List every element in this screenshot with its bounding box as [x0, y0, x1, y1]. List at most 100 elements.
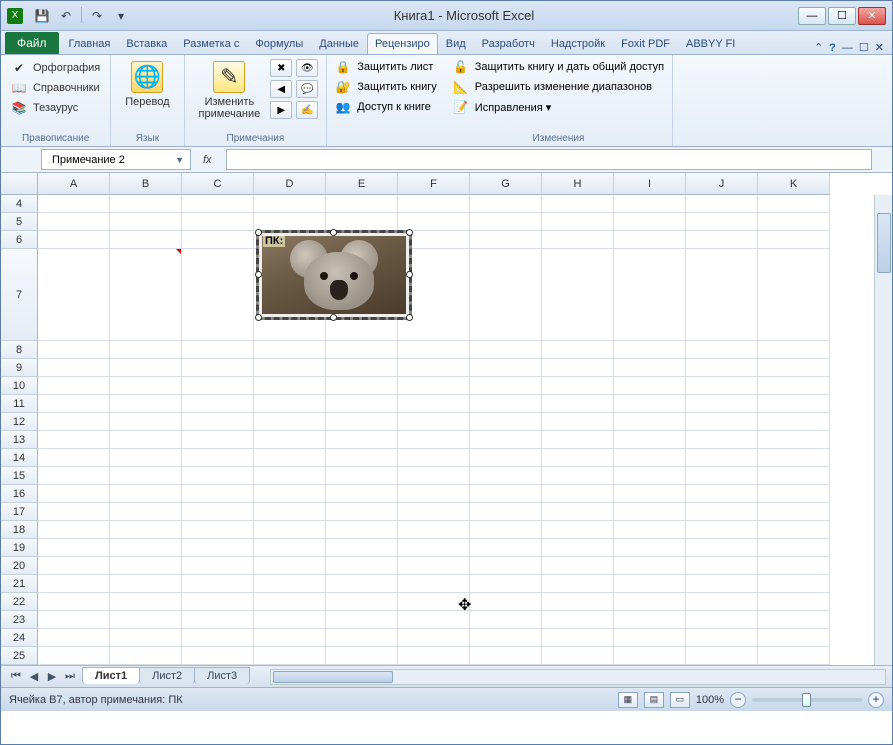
cell-I10[interactable] — [614, 377, 686, 395]
col-header-H[interactable]: H — [542, 173, 614, 195]
help-icon[interactable]: ? — [829, 42, 836, 54]
ribbon-tab-4[interactable]: Данные — [311, 33, 367, 54]
cell-K9[interactable] — [758, 359, 830, 377]
cell-B5[interactable] — [110, 213, 182, 231]
cell-K11[interactable] — [758, 395, 830, 413]
select-all-corner[interactable] — [1, 173, 38, 195]
cell-B24[interactable] — [110, 629, 182, 647]
cell-D19[interactable] — [254, 539, 326, 557]
cell-G25[interactable] — [470, 647, 542, 665]
cell-H8[interactable] — [542, 341, 614, 359]
cell-K4[interactable] — [758, 195, 830, 213]
resize-handle-nw[interactable] — [255, 229, 262, 236]
cell-E17[interactable] — [326, 503, 398, 521]
doc-close-icon[interactable]: ✕ — [875, 41, 884, 54]
delete-comment-button[interactable]: ✖ — [270, 59, 292, 77]
cell-A13[interactable] — [38, 431, 110, 449]
cell-G11[interactable] — [470, 395, 542, 413]
file-tab[interactable]: Файл — [5, 32, 59, 54]
col-header-A[interactable]: A — [38, 173, 110, 195]
cell-A10[interactable] — [38, 377, 110, 395]
prev-comment-button[interactable]: ◀ — [270, 80, 292, 98]
cell-E10[interactable] — [326, 377, 398, 395]
cell-K19[interactable] — [758, 539, 830, 557]
next-comment-button[interactable]: ▶ — [270, 101, 292, 119]
cell-I14[interactable] — [614, 449, 686, 467]
cell-A14[interactable] — [38, 449, 110, 467]
row-header-7[interactable]: 7 — [1, 249, 38, 341]
cell-I22[interactable] — [614, 593, 686, 611]
resize-handle-w[interactable] — [255, 271, 262, 278]
ribbon-caret-icon[interactable]: ⌃ — [814, 41, 823, 54]
cell-K17[interactable] — [758, 503, 830, 521]
cell-F4[interactable] — [398, 195, 470, 213]
cell-I18[interactable] — [614, 521, 686, 539]
cell-A16[interactable] — [38, 485, 110, 503]
cell-C10[interactable] — [182, 377, 254, 395]
row-header-24[interactable]: 24 — [1, 629, 38, 647]
cell-D21[interactable] — [254, 575, 326, 593]
cell-H21[interactable] — [542, 575, 614, 593]
cell-C12[interactable] — [182, 413, 254, 431]
cell-A15[interactable] — [38, 467, 110, 485]
cell-K6[interactable] — [758, 231, 830, 249]
row-header-25[interactable]: 25 — [1, 647, 38, 665]
cell-D20[interactable] — [254, 557, 326, 575]
cell-B13[interactable] — [110, 431, 182, 449]
cell-B7[interactable] — [110, 249, 182, 341]
row-header-16[interactable]: 16 — [1, 485, 38, 503]
translate-button[interactable]: 🌐 Перевод — [119, 59, 175, 131]
cell-G12[interactable] — [470, 413, 542, 431]
cell-B25[interactable] — [110, 647, 182, 665]
comment-box[interactable]: ПК: — [256, 230, 412, 320]
cell-A7[interactable] — [38, 249, 110, 341]
cell-G21[interactable] — [470, 575, 542, 593]
cell-D14[interactable] — [254, 449, 326, 467]
col-header-B[interactable]: B — [110, 173, 182, 195]
cell-C13[interactable] — [182, 431, 254, 449]
proofing-item-2[interactable]: 📚Тезаурус — [9, 99, 102, 117]
cell-D10[interactable] — [254, 377, 326, 395]
cell-K24[interactable] — [758, 629, 830, 647]
cell-E14[interactable] — [326, 449, 398, 467]
cell-A20[interactable] — [38, 557, 110, 575]
maximize-button[interactable]: ☐ — [828, 7, 856, 25]
cell-I13[interactable] — [614, 431, 686, 449]
cell-H14[interactable] — [542, 449, 614, 467]
cell-A25[interactable] — [38, 647, 110, 665]
cell-J22[interactable] — [686, 593, 758, 611]
cell-B18[interactable] — [110, 521, 182, 539]
cell-H25[interactable] — [542, 647, 614, 665]
cell-H22[interactable] — [542, 593, 614, 611]
ribbon-tab-10[interactable]: ABBYY FI — [678, 33, 743, 54]
cell-A17[interactable] — [38, 503, 110, 521]
cell-J17[interactable] — [686, 503, 758, 521]
cell-H6[interactable] — [542, 231, 614, 249]
cell-C9[interactable] — [182, 359, 254, 377]
resize-handle-sw[interactable] — [255, 314, 262, 321]
cell-J5[interactable] — [686, 213, 758, 231]
zoom-level[interactable]: 100% — [696, 694, 724, 706]
cell-G4[interactable] — [470, 195, 542, 213]
resize-handle-n[interactable] — [330, 229, 337, 236]
cell-A11[interactable] — [38, 395, 110, 413]
doc-minimize-icon[interactable]: — — [842, 42, 853, 54]
cell-C18[interactable] — [182, 521, 254, 539]
row-header-12[interactable]: 12 — [1, 413, 38, 431]
cell-I11[interactable] — [614, 395, 686, 413]
view-normal-button[interactable]: ▦ — [618, 692, 638, 708]
cell-A23[interactable] — [38, 611, 110, 629]
row-header-22[interactable]: 22 — [1, 593, 38, 611]
cell-J19[interactable] — [686, 539, 758, 557]
cell-F21[interactable] — [398, 575, 470, 593]
cell-J12[interactable] — [686, 413, 758, 431]
cell-G5[interactable] — [470, 213, 542, 231]
cell-I25[interactable] — [614, 647, 686, 665]
cell-J20[interactable] — [686, 557, 758, 575]
cell-F9[interactable] — [398, 359, 470, 377]
cell-J25[interactable] — [686, 647, 758, 665]
cell-G7[interactable] — [470, 249, 542, 341]
cell-C15[interactable] — [182, 467, 254, 485]
cell-I23[interactable] — [614, 611, 686, 629]
cell-H16[interactable] — [542, 485, 614, 503]
